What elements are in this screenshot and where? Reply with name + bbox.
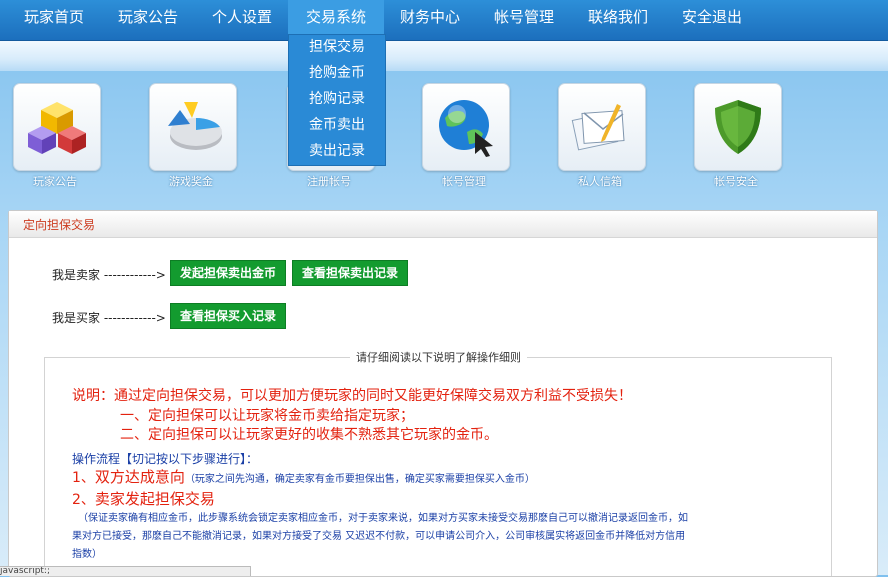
header-band (0, 41, 888, 71)
tile-label-announcements: 玩家公告 (33, 175, 77, 188)
step-two-line-3: 指数） (72, 549, 102, 560)
nav-contact[interactable]: 联络我们 (576, 0, 660, 36)
step-one-title: 双方达成意向 (94, 468, 185, 486)
tile-mail[interactable] (558, 83, 646, 171)
nav-settings[interactable]: 个人设置 (202, 0, 282, 36)
tile-account[interactable] (422, 83, 510, 171)
nav-home[interactable]: 玩家首页 (14, 0, 94, 36)
nav-trading[interactable]: 交易系统 (288, 0, 384, 36)
buyer-label: 我是买家 ------------> (52, 311, 166, 325)
mail-icon (571, 104, 625, 151)
cubes-icon (28, 102, 86, 154)
dropdown-sell-gold[interactable]: 金币卖出 (289, 113, 385, 137)
point-two: 二、定向担保可以让玩家更好的收集不熟悉其它玩家的金币。 (120, 427, 498, 443)
trading-dropdown: 担保交易 抢购金币 抢购记录 金币卖出 卖出记录 (288, 34, 386, 166)
tile-label-account: 帐号管理 (442, 175, 486, 188)
tile-label-register: 注册帐号 (307, 175, 351, 188)
step-one-number: 1、 (72, 470, 95, 486)
panel-header: 定向担保交易 (9, 211, 877, 238)
description-text: 说明：通过定向担保交易，可以更加方便玩家的同时又能更好保障交易双方利益不受损失！ (72, 388, 632, 404)
step-two-number: 2、 (72, 492, 95, 508)
shield-icon (715, 100, 761, 154)
seller-label: 我是卖家 ------------> (52, 268, 166, 282)
pie-chart-icon (168, 102, 222, 150)
view-buy-records-button[interactable]: 查看担保买入记录 (170, 303, 286, 329)
panel-title: 定向担保交易 (23, 218, 96, 232)
start-escrow-sell-button[interactable]: 发起担保卖出金币 (170, 260, 286, 286)
step-one: 1、双方达成意向（玩家之间先沟通，确定卖家有金币要担保出售，确定买家需要担保买入… (72, 466, 535, 487)
nav-logout[interactable]: 安全退出 (670, 0, 754, 36)
step-one-note: （玩家之间先沟通，确定卖家有金币要担保出售，确定买家需要担保买入金币） (184, 474, 535, 485)
dropdown-sell-records[interactable]: 卖出记录 (289, 139, 385, 163)
step-two-title: 卖家发起担保交易 (94, 490, 215, 508)
point-one: 一、定向担保可以让玩家将金币卖给指定玩家； (120, 408, 414, 424)
dropdown-rush-records[interactable]: 抢购记录 (289, 87, 385, 111)
globe-cursor-icon (439, 100, 493, 157)
tile-label-security: 帐号安全 (714, 175, 758, 188)
tile-security[interactable] (694, 83, 782, 171)
tile-label-bonus: 游戏奖金 (169, 175, 213, 188)
top-nav: 玩家首页 玩家公告 个人设置 交易系统 财务中心 帐号管理 联络我们 安全退出 (0, 0, 888, 41)
instructions-legend: 请仔细阅读以下说明了解操作细则 (350, 349, 527, 365)
step-two-line-1: （保证卖家确有相应金币，此步骤系统会锁定卖家相应金币，对于卖家来说，如果对方买家… (78, 513, 688, 524)
dropdown-rush-buy[interactable]: 抢购金币 (289, 61, 385, 85)
dropdown-escrow-trade[interactable]: 担保交易 (289, 35, 385, 59)
step-two: 2、卖家发起担保交易 (72, 488, 215, 509)
tile-bonus[interactable] (149, 83, 237, 171)
flow-title: 操作流程【切记按以下步骤进行】： (72, 452, 259, 466)
tile-announcements[interactable] (13, 83, 101, 171)
tile-label-mail: 私人信箱 (578, 175, 622, 188)
view-sell-records-button[interactable]: 查看担保卖出记录 (292, 260, 408, 286)
nav-announcements[interactable]: 玩家公告 (108, 0, 188, 36)
step-two-line-2: 果对方已接受，那麽自己不能撤消记录，如果对方接受了交易 又迟迟不付款，可以申请公… (72, 531, 686, 542)
nav-account[interactable]: 帐号管理 (482, 0, 566, 36)
nav-finance[interactable]: 财务中心 (388, 0, 472, 36)
